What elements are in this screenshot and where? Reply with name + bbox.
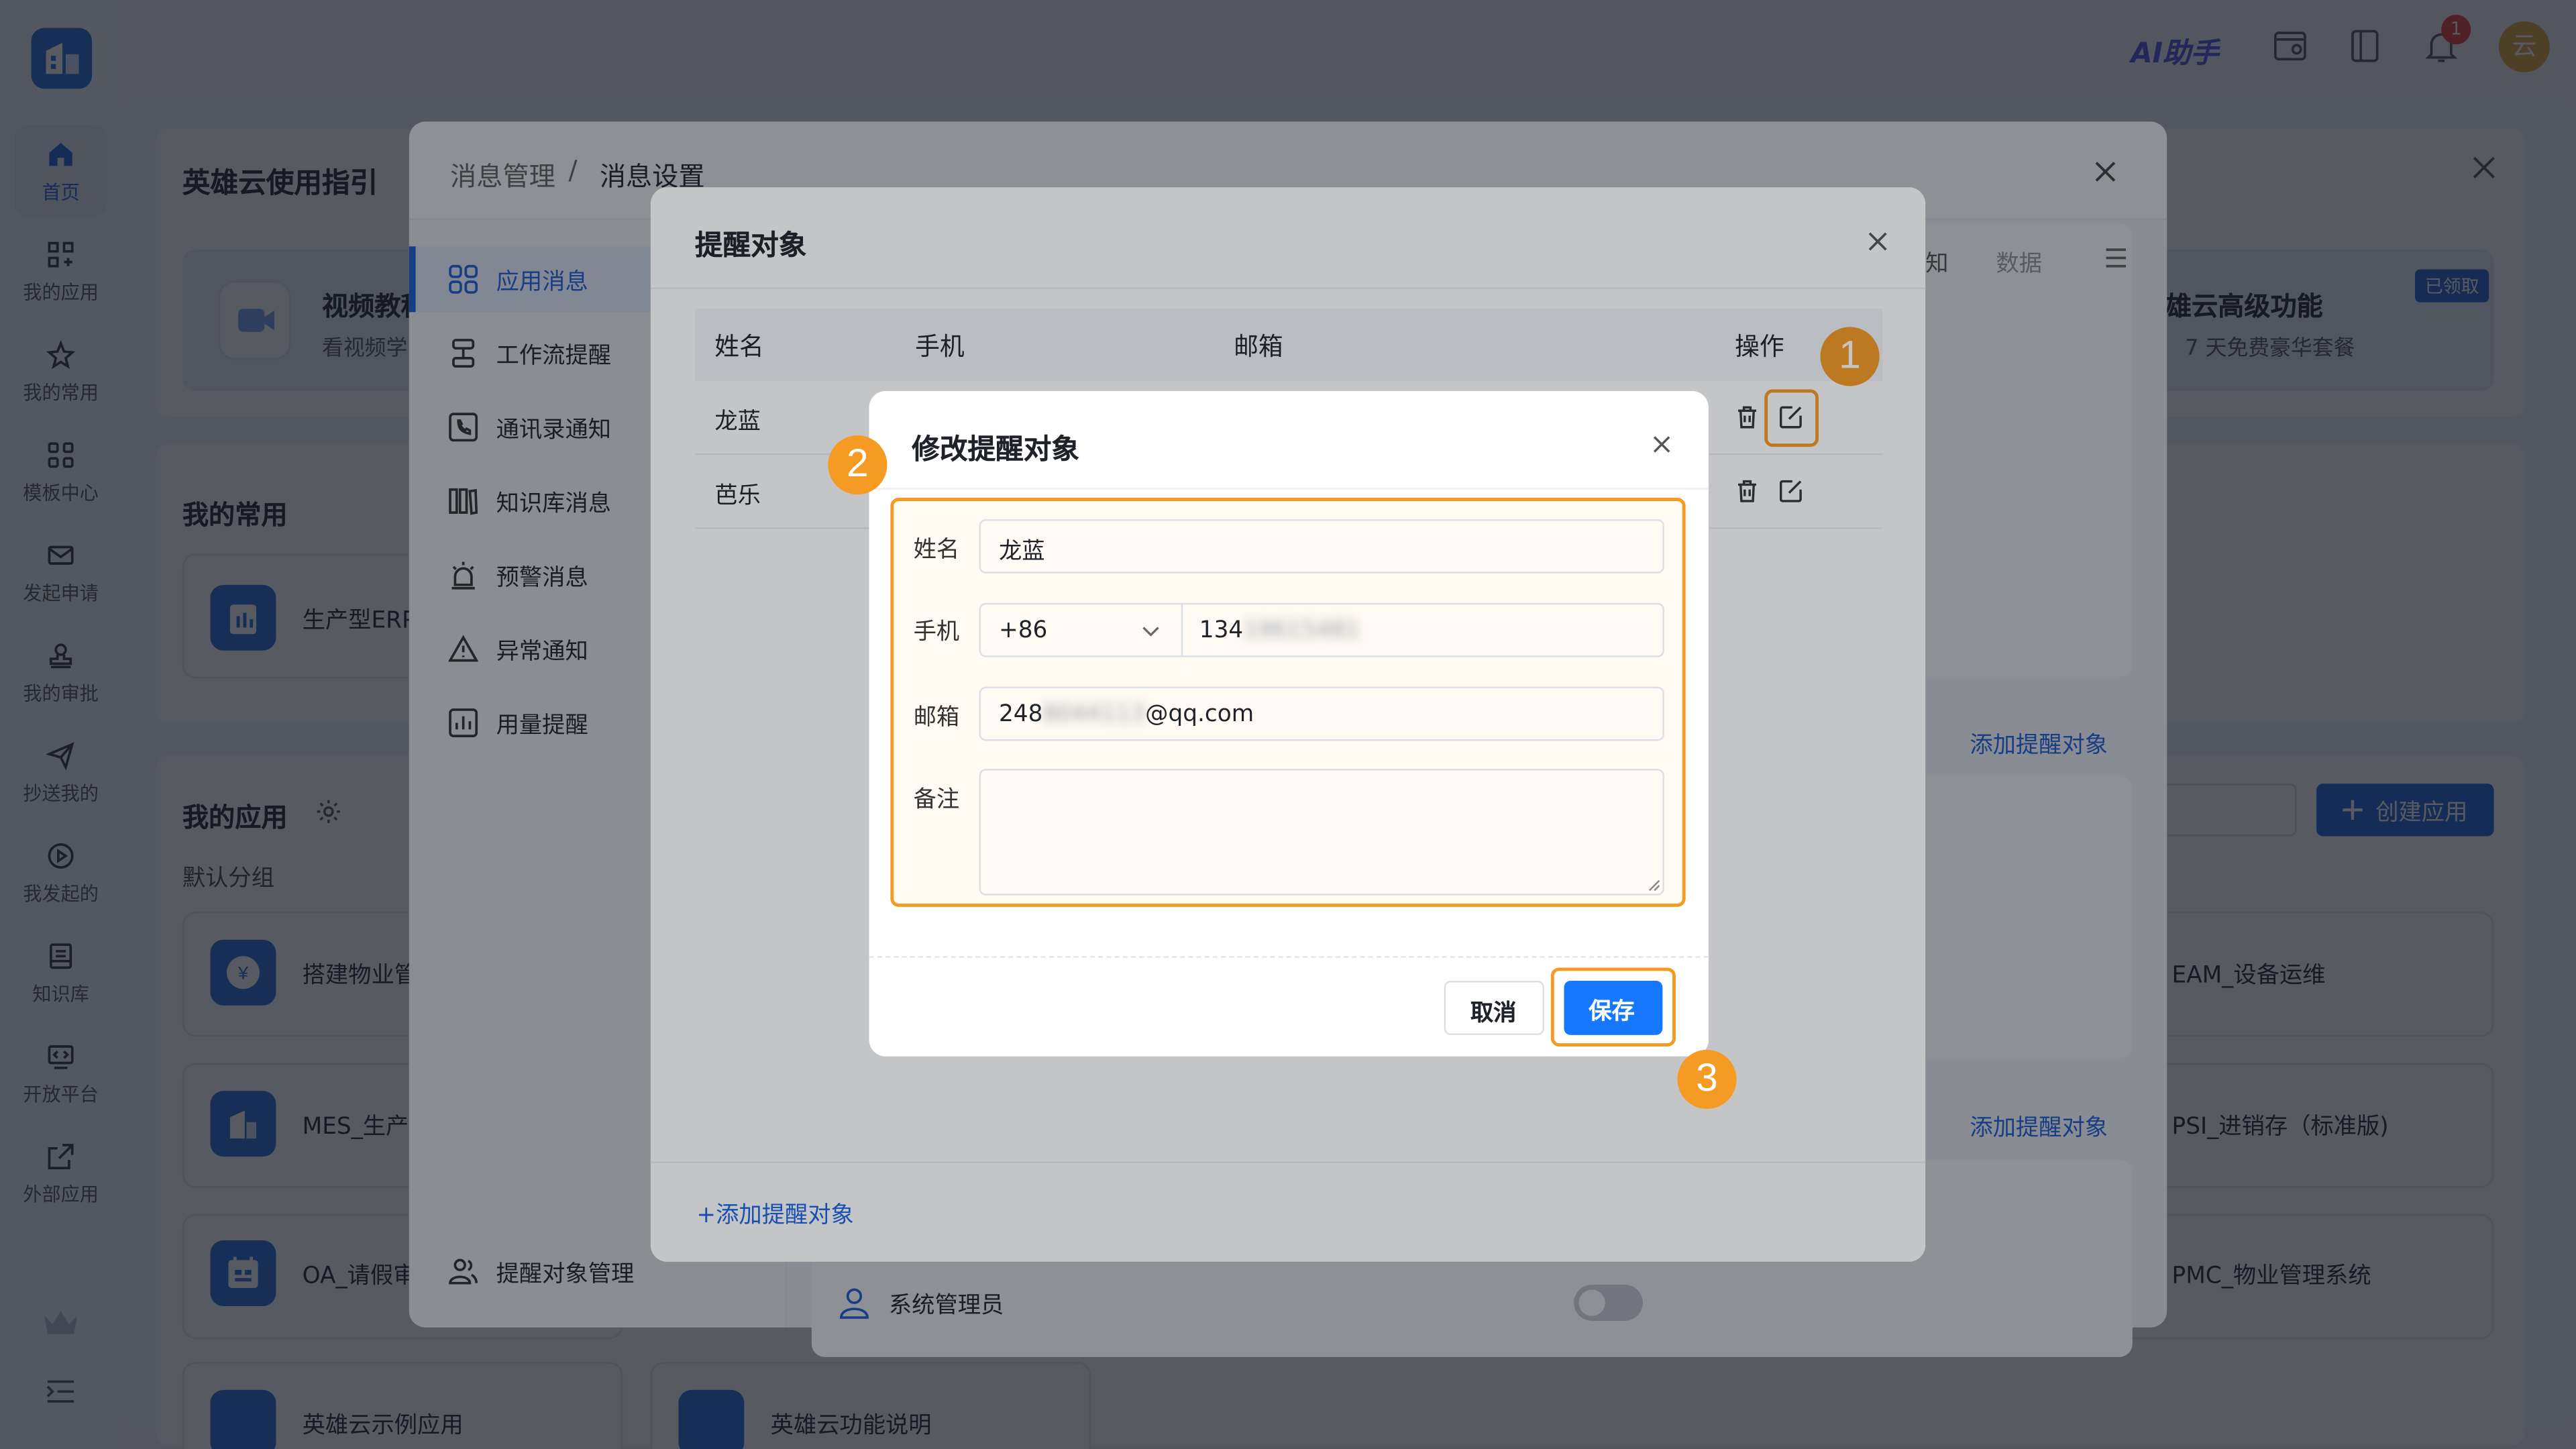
email-input[interactable]: 2488044113@qq.com [979, 686, 1664, 741]
resize-handle-icon[interactable] [1648, 879, 1661, 892]
phone-input[interactable]: 13419615481 [1181, 602, 1664, 657]
phone-prefix: 134 [1199, 617, 1244, 645]
cancel-button[interactable]: 取消 [1444, 981, 1545, 1035]
close-icon[interactable] [1653, 435, 1671, 453]
phone-value: 13419615481 [1199, 618, 1360, 644]
email-label: 邮箱 [913, 704, 960, 731]
chevron-down-icon [1142, 627, 1159, 637]
app-root: 首页 我的应用 我的常用 模板中心 发起申请 我的审批 抄送我的 我发起的 知识… [0, 0, 2576, 1449]
note-label: 备注 [913, 787, 960, 814]
save-label: 保存 [1589, 998, 1635, 1026]
note-textarea[interactable] [979, 769, 1664, 896]
step-badge-2: 2 [828, 435, 888, 495]
edit-dialog-title: 修改提醒对象 [912, 433, 1079, 467]
email-redacted: 8044113 [1042, 701, 1146, 728]
cancel-label: 取消 [1470, 1000, 1517, 1027]
country-code-value: +86 [998, 617, 1048, 645]
step-badge-3: 3 [1677, 1049, 1737, 1110]
email-suffix: @qq.com [1145, 701, 1254, 728]
email-prefix: 248 [998, 701, 1043, 728]
email-value: 2488044113@qq.com [999, 702, 1254, 728]
name-label: 姓名 [913, 537, 960, 564]
country-code-select[interactable]: +86 [979, 602, 1183, 657]
phone-redacted: 19615481 [1243, 617, 1360, 645]
phone-label: 手机 [913, 619, 960, 646]
header-divider [869, 488, 1709, 490]
name-input[interactable]: 龙蓝 [979, 519, 1664, 574]
footer-divider [869, 956, 1709, 958]
save-button[interactable]: 保存 [1564, 981, 1663, 1035]
name-value: 龙蓝 [998, 539, 1045, 566]
